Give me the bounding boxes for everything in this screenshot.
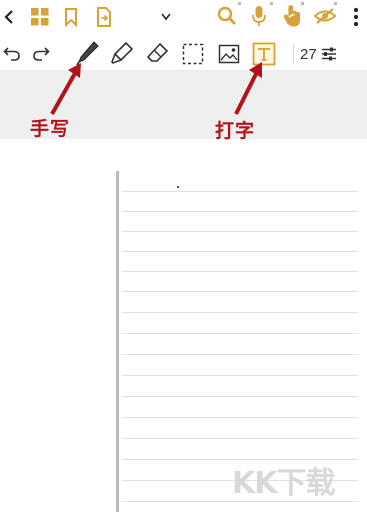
ruled-line: [122, 312, 358, 313]
ruled-line: [122, 417, 358, 418]
back-icon[interactable]: [3, 8, 15, 26]
indicator-dot: [238, 2, 241, 5]
ruled-line: [122, 231, 358, 232]
chevron-down-icon[interactable]: [160, 12, 172, 22]
search-icon[interactable]: [217, 6, 237, 26]
ruled-line: [122, 271, 358, 272]
ruled-line: [122, 438, 358, 439]
ruled-line: [122, 396, 358, 397]
document-export-icon[interactable]: [96, 7, 112, 27]
ruled-line: [122, 291, 358, 292]
lasso-select-icon[interactable]: [182, 43, 204, 65]
ruled-line: [122, 354, 358, 355]
top-bar: [0, 0, 367, 36]
grid-icon[interactable]: [31, 8, 49, 26]
page-margin-line: [116, 171, 119, 512]
ruled-line: [122, 251, 358, 252]
eye-hidden-icon[interactable]: [314, 7, 336, 25]
handwriting-arrow: [50, 63, 81, 115]
watermark: KK下载: [232, 466, 335, 501]
ruled-line: [122, 191, 358, 192]
eraser-icon[interactable]: [147, 42, 169, 64]
highlighter-icon[interactable]: [110, 41, 134, 65]
indicator-dot: [301, 2, 304, 5]
ruled-line: [122, 211, 358, 212]
microphone-icon[interactable]: [251, 5, 267, 27]
hand-touch-icon[interactable]: [283, 4, 303, 28]
ruled-line: [122, 375, 358, 376]
settings-sliders-icon[interactable]: [321, 47, 337, 61]
font-size-control[interactable]: 27: [300, 43, 344, 65]
handwriting-annotation: 手写: [30, 118, 71, 140]
ruled-line: [122, 333, 358, 334]
cursor-dot: [177, 186, 179, 188]
more-vertical-icon[interactable]: [353, 7, 359, 27]
toolbar-divider: [293, 44, 294, 64]
font-size-value: 27: [300, 45, 317, 63]
undo-icon[interactable]: [3, 44, 21, 62]
indicator-dot: [334, 2, 337, 5]
indicator-dot: [270, 2, 273, 5]
typing-annotation: 打字: [215, 120, 256, 142]
typing-arrow: [234, 62, 262, 115]
bookmark-icon[interactable]: [64, 7, 78, 27]
